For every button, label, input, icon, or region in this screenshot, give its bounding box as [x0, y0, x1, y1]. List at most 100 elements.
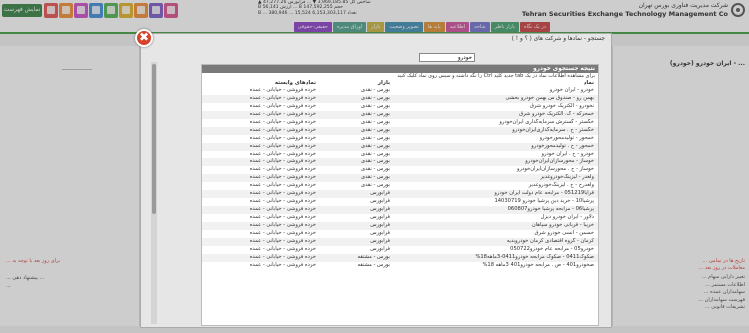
result-related: خرده فروشی - خیابانی - عمده	[249, 150, 316, 157]
result-related: خرده فروشی - خیابانی - عمده	[249, 142, 316, 149]
result-row[interactable]: پرشیا10 - خرید دین پرشیا خودرو 14030719 ف…	[202, 198, 598, 206]
result-market: بورس - نقدی	[361, 142, 390, 149]
results-title: نتیجه جستجوی خودرو	[202, 65, 598, 73]
result-symbol-link[interactable]: ولغدر - لیزینگ‌خودروغدیر	[394, 174, 594, 182]
result-row[interactable]: خسمن - انسی خودرو شرق فرابورس خرده فروشی -…	[202, 230, 598, 238]
result-market: بورس - نقدی	[361, 94, 390, 101]
result-symbol-link[interactable]: ولغدرح - ح . لیزینگ‌خودروغدیر	[394, 182, 594, 190]
result-row[interactable]: خوساز - ح . محورسازان‌ایران‌خودرو بورس - …	[202, 166, 598, 174]
column-header-name: نماد	[583, 80, 594, 86]
result-symbol-link[interactable]: خمحور - ح . تولیدمحورخودرو	[394, 143, 594, 151]
result-row[interactable]: خمحور - ح . تولیدمحورخودرو بورس - نقدی خرد…	[202, 142, 598, 151]
column-header-market: بازار	[377, 80, 390, 86]
result-related: خرده فروشی - خیابانی - عمده	[249, 206, 316, 213]
result-market: بورس - نقدی	[361, 150, 390, 157]
result-symbol-link[interactable]: پرشیا06 - مرابحه پرشیا خودرو060807	[394, 206, 594, 214]
result-market: فرابورس	[370, 190, 390, 197]
result-related: خرده فروشی - خیابانی - عمده	[249, 158, 316, 165]
result-market: بورس - نقدی	[361, 174, 390, 181]
result-row[interactable]: ولغدرح - ح . لیزینگ‌خودروغدیر بورس - نقدی…	[202, 182, 598, 190]
result-market: فرابورس	[370, 237, 390, 244]
result-row[interactable]: دلاور - ایران خودرو دیزل فرابورس خرده فروش…	[202, 214, 598, 222]
result-market: فرابورس	[370, 245, 390, 252]
result-related: خرده فروشی - خیابانی - عمده	[249, 166, 316, 173]
result-row[interactable]: خودرو05 - مرابحه عام خودرو050722 فرابورس خ…	[202, 246, 598, 254]
result-market: بورس - مشتقه	[357, 253, 390, 260]
result-symbol-link[interactable]: خودرو - ایران خودرو	[394, 87, 594, 95]
result-row[interactable]: خوساز - محورسازان‌ایران‌خودرو بورس - نقدی…	[202, 158, 598, 167]
result-market: فرابورس	[370, 221, 390, 228]
results-panel: نتیجه جستجوی خودرو برای مشاهده اطلاعات ن…	[201, 64, 599, 326]
result-related: خرده فروشی - خیابانی - عمده	[249, 118, 316, 125]
result-related: خرده فروشی - خیابانی - عمده	[249, 245, 316, 252]
result-related: خرده فروشی - خیابانی - عمده	[249, 237, 316, 244]
result-related: خرده فروشی - خیابانی - عمده	[249, 87, 316, 93]
result-symbol-link[interactable]: دلاور - ایران خودرو دیزل	[394, 214, 594, 222]
result-row[interactable]: خمحرکه - ک. الکتریک خودرو شرق بورس - نقدی…	[202, 110, 598, 119]
result-related: خرده فروشی - خیابانی - عمده	[249, 110, 316, 117]
result-related: خرده فروشی - خیابانی - عمده	[249, 261, 316, 268]
result-symbol-link[interactable]: قرآیا051219 - مرابحه عام دولت ایران خودر…	[394, 190, 594, 198]
result-symbol-link[interactable]: خگستر - ح . سرمایه‌گذاری‌ایران‌خودرو	[394, 127, 594, 135]
result-symbol-link[interactable]: خودرو - ح . ایران خودرو	[394, 151, 594, 159]
result-row[interactable]: کرمان - گروه اقتصادی کرمان خودرو‌بدیه فرا…	[202, 237, 598, 246]
result-row[interactable]: ولغدر - لیزینگ‌خودروغدیر بورس - نقدی خرده …	[202, 174, 598, 183]
result-row[interactable]: صخودرو401 - ص . مرابحه خودرو401 3ماهه 18…	[202, 262, 598, 270]
result-symbol-link[interactable]: خسمن - انسی خودرو شرق	[394, 230, 594, 238]
result-symbol-link[interactable]: خگستر - گسترش سرمایه‌گذاری ایران‌خودرو	[394, 119, 594, 127]
result-symbol-link[interactable]: خمحرکه - ک. الکتریک خودرو شرق	[394, 111, 594, 119]
result-row[interactable]: خریبا - قربانی خودرو سپاهان فرابورس خرده ف…	[202, 221, 598, 230]
result-row[interactable]: بهمن رو - صندوق س بهمن خودرو بخشی بورس - …	[202, 94, 598, 103]
result-symbol-link[interactable]: خمحور - تولیدمحورخودرو	[394, 135, 594, 143]
result-symbol-link[interactable]: صکوک0411 - صکوک مرابحه خودرو0411-3ماهه18…	[394, 254, 594, 262]
result-market: بورس - نقدی	[361, 102, 390, 109]
result-row[interactable]: خگستر - ح . سرمایه‌گذاری‌ایران‌خودرو بورس…	[202, 126, 598, 135]
result-related: خرده فروشی - خیابانی - عمده	[249, 190, 316, 197]
result-market: بورس - نقدی	[361, 134, 390, 141]
modal-scrollbar[interactable]	[151, 62, 157, 324]
result-related: خرده فروشی - خیابانی - عمده	[249, 253, 316, 260]
result-related: خرده فروشی - خیابانی - عمده	[249, 134, 316, 141]
results-column-headers: نماد بازار نمادهای وابسته	[202, 80, 598, 87]
results-hint: برای مشاهده اطلاعات نماد در یک tab جدید …	[397, 73, 595, 79]
result-row[interactable]: خودرو - ح . ایران خودرو بورس - نقدی خرده ف…	[202, 151, 598, 159]
result-symbol-link[interactable]: کرمان - گروه اقتصادی کرمان خودرو‌بدیه	[394, 238, 594, 246]
result-row[interactable]: خودرو - ایران خودرو بورس - نقدی خرده فروشی…	[202, 87, 598, 95]
result-row[interactable]: صکوک0411 - صکوک مرابحه خودرو0411-3ماهه18…	[202, 253, 598, 262]
column-header-related: نمادهای وابسته	[274, 80, 316, 86]
result-related: خرده فروشی - خیابانی - عمده	[249, 126, 316, 133]
result-symbol-link[interactable]: خودرو05 - مرابحه عام خودرو050722	[394, 246, 594, 254]
result-market: بورس - نقدی	[361, 87, 390, 93]
result-market: بورس - نقدی	[361, 110, 390, 117]
result-related: خرده فروشی - خیابانی - عمده	[249, 221, 316, 228]
results-list: خودرو - ایران خودرو بورس - نقدی خرده فروشی…	[202, 87, 598, 270]
result-market: فرابورس	[370, 229, 390, 236]
result-row[interactable]: قرآیا051219 - مرابحه عام دولت ایران خودر…	[202, 190, 598, 199]
result-symbol-link[interactable]: پرشیا10 - خرید دین پرشیا خودرو 14030719	[394, 198, 594, 206]
search-modal: ✖ جستجو - نمادها و شرکت های ( ؟ و ! ) نت…	[135, 29, 612, 328]
result-related: خرده فروشی - خیابانی - عمده	[249, 198, 316, 205]
result-market: بورس - نقدی	[361, 158, 390, 165]
result-symbol-link[interactable]: خریبا - قربانی خودرو سپاهان	[394, 222, 594, 230]
result-symbol-link[interactable]: خوساز - ح . محورسازان‌ایران‌خودرو	[394, 166, 594, 174]
result-market: بورس - مشتقه	[357, 261, 390, 268]
result-market: بورس - نقدی	[361, 118, 390, 125]
modal-scrollbar-thumb[interactable]	[152, 64, 156, 214]
result-symbol-link[interactable]: بهمن رو - صندوق س بهمن خودرو بخشی	[394, 95, 595, 103]
result-row[interactable]: خمحور - تولیدمحورخودرو بورس - نقدی خرده فر…	[202, 135, 598, 143]
result-symbol-link[interactable]: نخودرو - الکتریک خودرو شرق	[394, 103, 594, 111]
result-related: خرده فروشی - خیابانی - عمده	[249, 94, 316, 101]
result-market: فرابورس	[370, 206, 390, 213]
result-market: بورس - نقدی	[361, 182, 390, 189]
result-market: فرابورس	[370, 198, 390, 205]
result-symbol-link[interactable]: خوساز - محورسازان‌ایران‌خودرو	[394, 158, 594, 166]
search-input[interactable]	[419, 53, 475, 62]
result-row[interactable]: پرشیا06 - مرابحه پرشیا خودرو060807 فرابور…	[202, 206, 598, 214]
result-market: بورس - نقدی	[361, 126, 390, 133]
modal-title: جستجو - نمادها و شرکت های ( ؟ و ! )	[511, 36, 605, 42]
result-symbol-link[interactable]: صخودرو401 - ص . مرابحه خودرو401 3ماهه 18…	[394, 262, 594, 270]
result-related: خرده فروشی - خیابانی - عمده	[249, 182, 316, 189]
result-row[interactable]: نخودرو - الکتریک خودرو شرق بورس - نقدی خرد…	[202, 103, 598, 111]
result-row[interactable]: خگستر - گسترش سرمایه‌گذاری ایران‌خودرو بو…	[202, 119, 598, 127]
close-button[interactable]: ✖	[135, 29, 153, 47]
